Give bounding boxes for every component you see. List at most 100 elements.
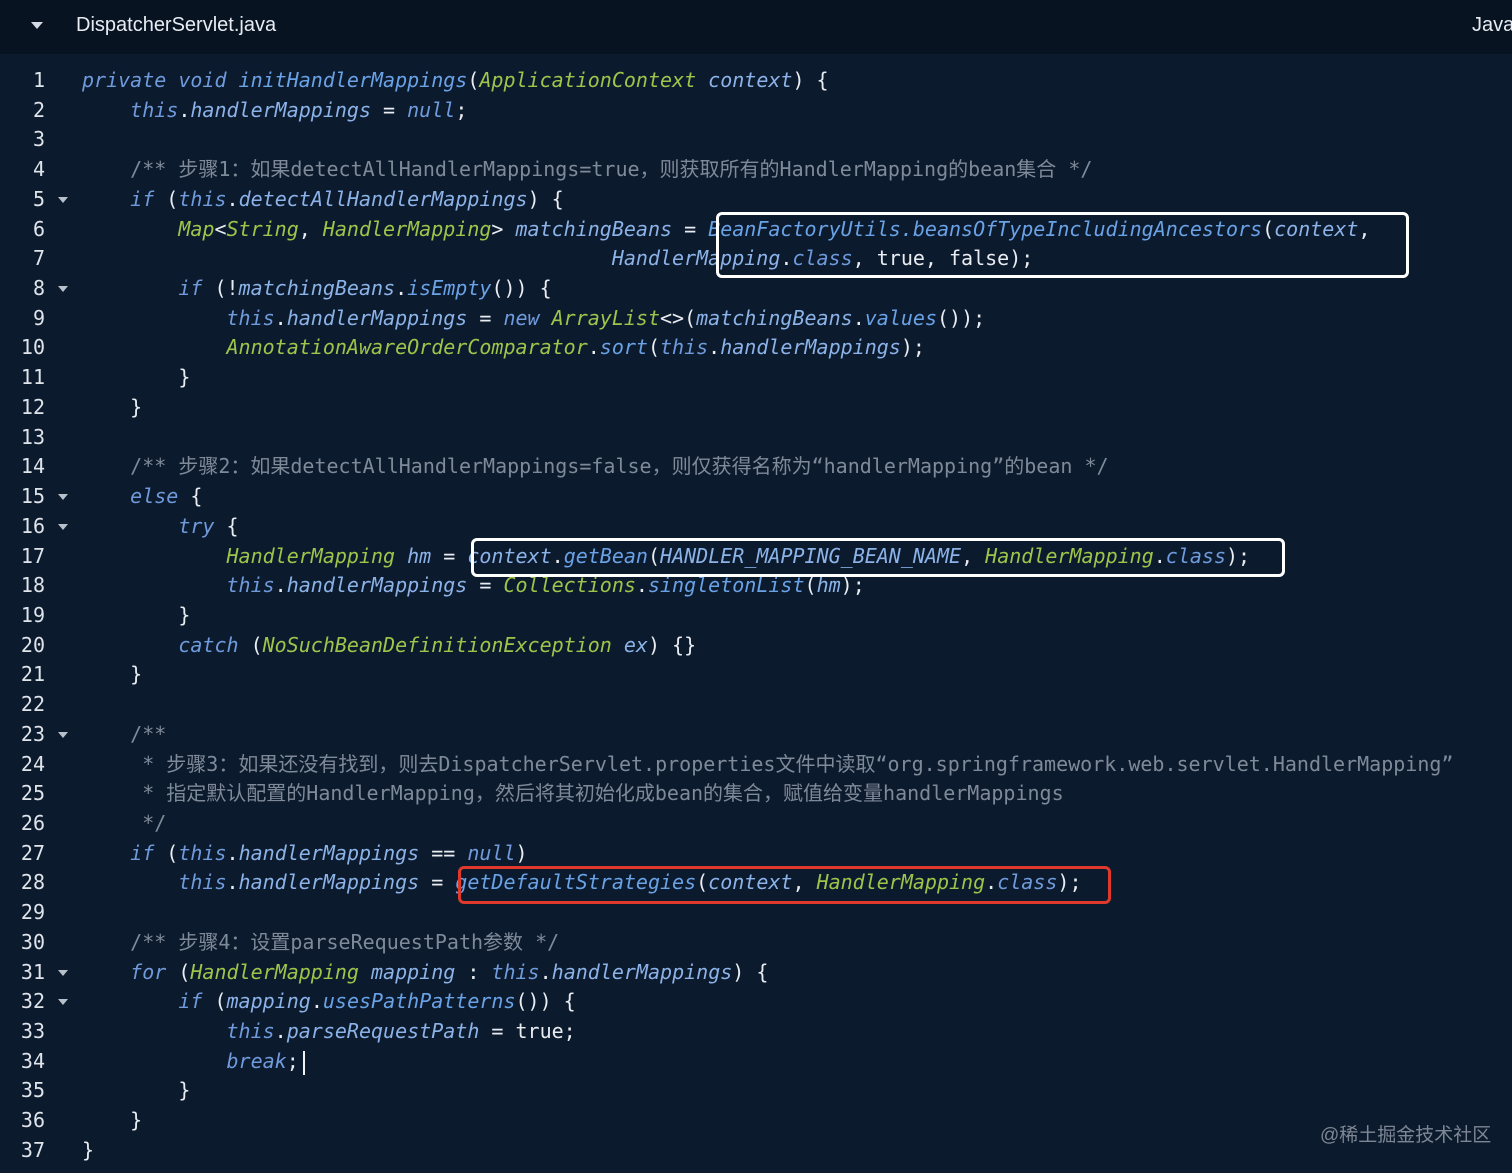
code-line[interactable]: 24 * 步骤3：如果还没有找到，则去DispatcherServlet.pro… (0, 750, 1512, 780)
code-line[interactable]: 26 */ (0, 809, 1512, 839)
code-text: } (82, 1076, 190, 1106)
code-token: * 步骤3：如果还没有找到，则去DispatcherServlet.proper… (82, 751, 1454, 776)
code-line[interactable]: 19 } (0, 601, 1512, 631)
code-line[interactable]: 35 } (0, 1076, 1512, 1106)
code-token: else (130, 484, 179, 509)
code-line[interactable]: 9 this.handlerMappings = new ArrayList<>… (0, 304, 1512, 334)
code-token: ; (455, 97, 468, 122)
code-line[interactable]: 30 /** 步骤4：设置parseRequestPath参数 */ (0, 928, 1512, 958)
line-number: 18 (20, 573, 45, 598)
code-line[interactable]: 37} (0, 1136, 1512, 1166)
code-token: ) { (792, 68, 829, 92)
code-token: initHandlerMappings (238, 68, 468, 92)
line-number: 23 (20, 721, 45, 746)
code-text: this.handlerMappings = null; (82, 96, 467, 126)
fold-chevron-icon[interactable] (58, 969, 68, 976)
code-line[interactable]: 36 } (0, 1106, 1512, 1136)
chevron-down-icon[interactable] (31, 22, 43, 29)
code-token: handlerMappings (720, 335, 901, 360)
line-number: 33 (20, 1019, 45, 1043)
fold-chevron-icon[interactable] (58, 494, 68, 501)
code-line[interactable]: 8 if (!matchingBeans.isEmpty()) { (0, 274, 1512, 304)
code-token: Map (178, 216, 215, 241)
code-line[interactable]: 1 private void initHandlerMappings(Applic… (0, 66, 1512, 96)
code-text: break; (82, 1047, 299, 1077)
line-number: 6 (32, 216, 45, 241)
code-line[interactable]: 20 catch (NoSuchBeanDefinitionException … (0, 631, 1512, 661)
code-line[interactable]: 23 /** (0, 720, 1512, 750)
code-text: /** 步骤2：如果detectAllHandlerMappings=false… (82, 452, 1108, 482)
code-line[interactable]: 14 /** 步骤2：如果detectAllHandlerMappings=fa… (0, 452, 1512, 482)
code-token: = (431, 543, 468, 568)
code-token: handlerMappings (238, 840, 420, 865)
code-token: ) { (732, 959, 769, 984)
line-number: 25 (20, 781, 45, 806)
code-line[interactable]: 12 } (0, 393, 1512, 423)
code-token: . (226, 840, 239, 865)
code-line[interactable]: 32 if (mapping.usesPathPatterns()) { (0, 987, 1512, 1017)
code-token: HandlerMapping (322, 216, 492, 241)
code-text: if (mapping.usesPathPatterns()) { (82, 987, 575, 1017)
code-line[interactable]: 10 AnnotationAwareOrderComparator.sort(t… (0, 333, 1512, 363)
line-number: 10 (20, 335, 45, 360)
code-line[interactable]: 22 (0, 690, 1512, 720)
fold-chevron-icon[interactable] (58, 731, 68, 738)
code-text: * 步骤3：如果还没有找到，则去DispatcherServlet.proper… (82, 750, 1453, 780)
code-token: . (395, 276, 408, 301)
code-line[interactable]: 27 if (this.handlerMappings == null) (0, 839, 1512, 869)
code-line[interactable]: 21 } (0, 660, 1512, 690)
code-line[interactable]: 3 (0, 125, 1512, 155)
code-token: values (864, 305, 937, 330)
code-token: . (587, 335, 600, 360)
line-number: 32 (20, 989, 45, 1014)
code-token: this (178, 186, 227, 211)
code-token: : (455, 959, 492, 984)
code-token: break (226, 1048, 287, 1073)
code-token: HandlerMapping (226, 543, 408, 568)
code-token: . (226, 186, 239, 211)
code-token: ) {} (647, 632, 697, 657)
code-line[interactable]: 15 else { (0, 482, 1512, 512)
code-text: if (!matchingBeans.isEmpty()) { (82, 274, 552, 304)
code-token: matchingBeans (515, 216, 673, 241)
code-text: * 指定默认配置的HandlerMapping，然后将其初始化成bean的集合，… (82, 779, 1063, 809)
code-line[interactable]: 33 this.parseRequestPath = true; (0, 1017, 1512, 1047)
fold-chevron-icon[interactable] (58, 286, 68, 293)
code-token: < (214, 216, 227, 241)
code-line[interactable]: 13 (0, 423, 1512, 453)
code-line[interactable]: 34 break; (0, 1047, 1512, 1077)
language-label[interactable]: Java (1472, 14, 1512, 37)
code-token: ()) { (491, 276, 552, 301)
code-token: ( (154, 186, 179, 211)
code-text: this.parseRequestPath = true; (82, 1017, 576, 1047)
code-token: > (491, 216, 516, 241)
code-text: } (82, 363, 190, 393)
code-text: } (82, 601, 190, 631)
code-line[interactable]: 31 for (HandlerMapping mapping : this.ha… (0, 958, 1512, 988)
code-text: private void initHandlerMappings(Applica… (82, 66, 829, 96)
code-token: */ (82, 810, 167, 835)
code-line[interactable]: 25 * 指定默认配置的HandlerMapping，然后将其初始化成bean的… (0, 779, 1512, 809)
code-token: matchingBeans (696, 305, 853, 330)
code-line[interactable]: 11 } (0, 363, 1512, 393)
fold-chevron-icon[interactable] (58, 523, 68, 530)
code-line[interactable]: 4 /** 步骤1：如果detectAllHandlerMappings=tru… (0, 155, 1512, 185)
code-token: parseRequestPath (286, 1019, 480, 1043)
code-token: HandlerMapping (190, 959, 372, 984)
fold-chevron-icon[interactable] (58, 196, 68, 203)
code-token: this (178, 870, 227, 895)
code-text: /** 步骤4：设置parseRequestPath参数 */ (82, 928, 559, 958)
code-line[interactable]: 5 if (this.detectAllHandlerMappings) { (0, 185, 1512, 215)
code-token: this (226, 1019, 275, 1043)
code-line[interactable]: 2 this.handlerMappings = null; (0, 96, 1512, 126)
code-text: /** 步骤1：如果detectAllHandlerMappings=true，… (82, 155, 1092, 185)
fold-chevron-icon[interactable] (58, 999, 68, 1006)
line-number: 14 (20, 454, 45, 479)
